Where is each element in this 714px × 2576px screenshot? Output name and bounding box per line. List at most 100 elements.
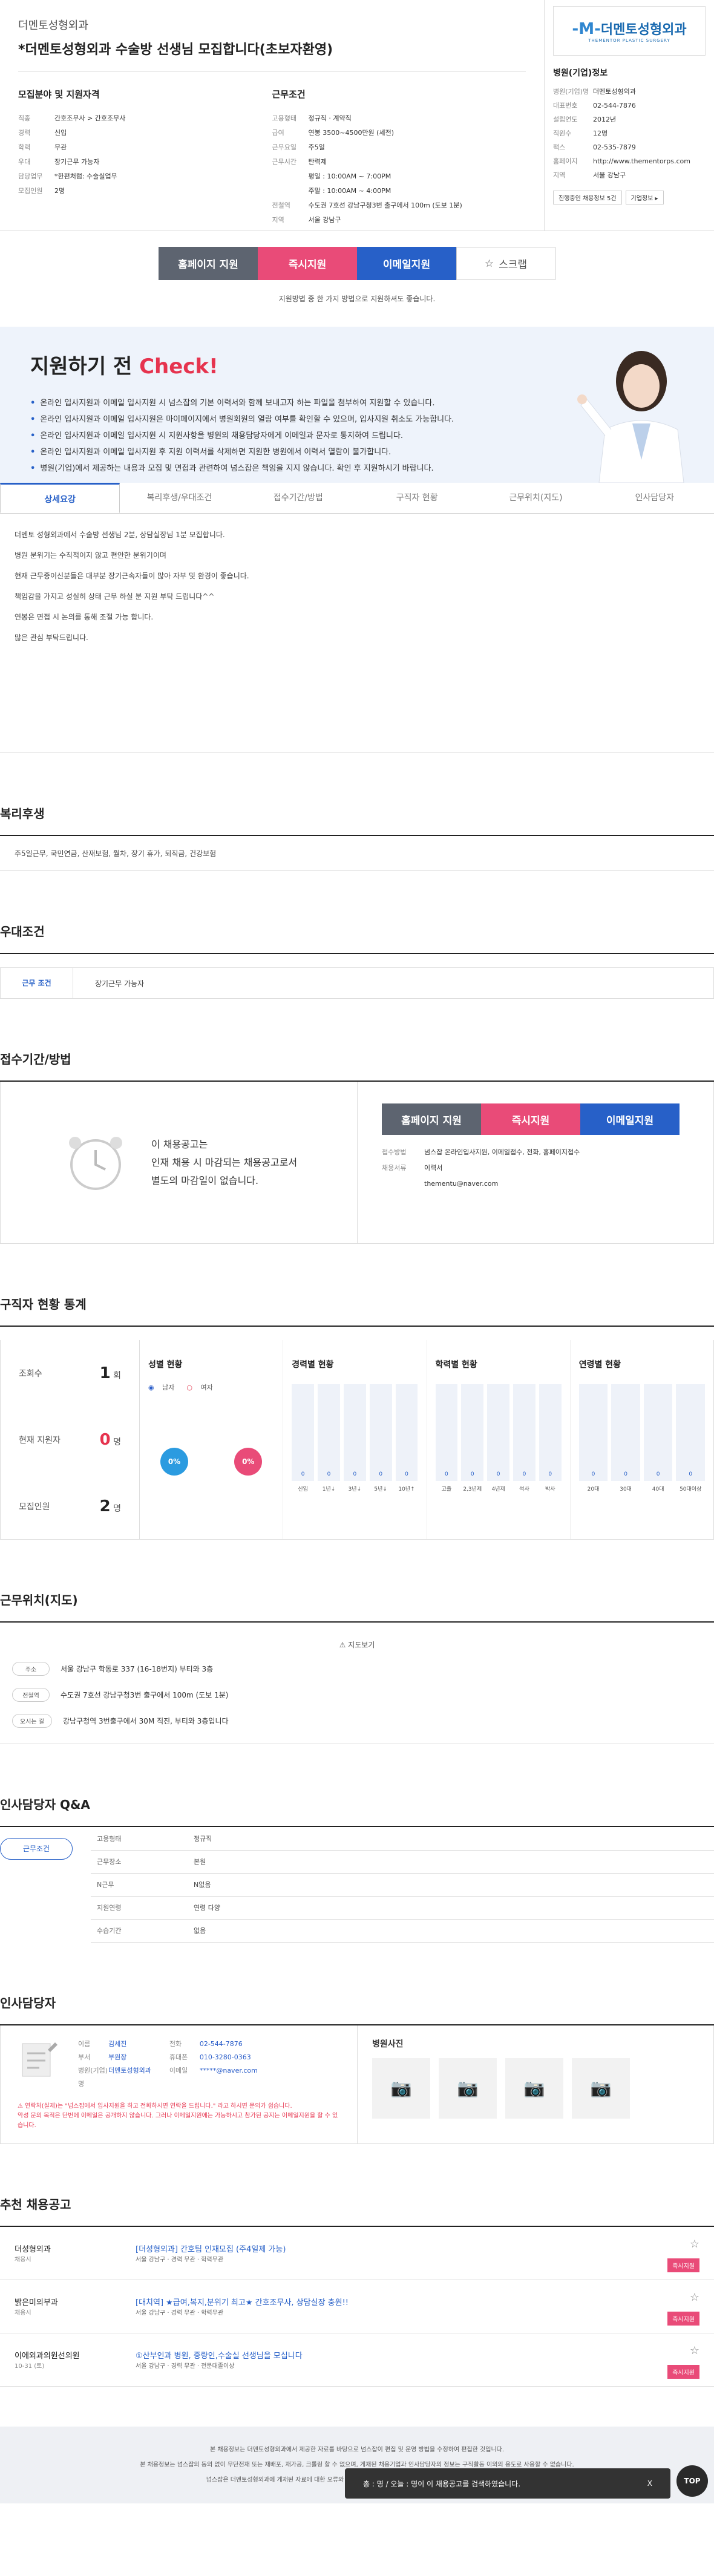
camera-icon[interactable]: 📷 — [505, 2058, 563, 2119]
tab-2[interactable]: 접수기간/방법 — [238, 483, 358, 513]
condition-row-label: 급여 — [272, 129, 284, 137]
condition-row: 근무요일 주5일 — [272, 140, 526, 155]
count-value: 2 — [99, 1497, 111, 1515]
recommend-meta: 서울 강남구 · 경력 무관 · 학력무관 — [136, 2309, 224, 2316]
star-icon[interactable]: ☆ — [690, 2291, 699, 2304]
recommend-meta: 서울 강남구 · 경력 무관 · 학력무관 — [136, 2256, 224, 2263]
email-apply-button-2[interactable]: 이메일지원 — [580, 1103, 680, 1135]
hospital-info-value: 더멘토성형외과 — [593, 88, 636, 96]
manager-row: 전화 02-544-7876 — [169, 2038, 258, 2051]
qa-label: 지원연령 — [91, 1896, 194, 1920]
close-icon[interactable]: X — [647, 2479, 652, 2488]
description-line: 병원 분위기는 수직적이지 않고 편안한 분위기이며 — [15, 551, 166, 560]
email-apply-button[interactable]: 이메일지원 — [357, 247, 456, 280]
bar-group: 0 고졸 — [435, 1384, 458, 1492]
apply-note: 지원방법 중 한 가지 방법으로 지원하셔도 좋습니다. — [278, 295, 436, 303]
clock-icon — [68, 1136, 122, 1190]
recommend-title[interactable]: ①산부인과 병원, 중량인,수술실 선생님을 모십니다 — [136, 2349, 699, 2361]
homepage-apply-button[interactable]: 홈페이지 지원 — [159, 247, 258, 280]
tab-4[interactable]: 근무위치(지도) — [476, 483, 595, 513]
description-line: 연봉은 면접 시 논의를 통해 조절 가능 합니다. — [15, 613, 154, 621]
camera-icon[interactable]: 📷 — [572, 2058, 630, 2119]
recommend-item[interactable]: 밝은미의부과채용시 [대치역] ★급여,복지,분위기 최고★ 간호조무사, 상담실… — [0, 2280, 714, 2333]
recommend-title[interactable]: [대치역] ★급여,복지,분위기 최고★ 간호조무사, 상담실장 충원!! — [136, 2296, 699, 2307]
location-section: 근무위치(지도) ⚠ 지도보기 주소 서울 강남구 학동로 337 (16-18번… — [0, 1590, 714, 1744]
hospital-info-value: http://www.thementorps.com — [593, 157, 690, 165]
hospital-info-row: 지역 서울 강남구 — [553, 168, 706, 182]
bar-label: 10년↑ — [398, 1486, 415, 1492]
recommend-company-name[interactable]: 이에외과의원선의원 — [15, 2349, 136, 2361]
count-unit: 명 — [113, 1437, 121, 1447]
company-name[interactable]: 더멘토성형외과 — [18, 17, 526, 33]
recommend-title[interactable]: [더성형외과] 간호팀 인재모집 (주4일제 가능) — [136, 2243, 699, 2254]
condition-row-value: 정규직 · 계약직 — [308, 114, 352, 122]
deadline-message-line: 인재 채용 시 마감되는 채용공고로서 — [151, 1156, 298, 1168]
hospital-info-value: 12명 — [593, 129, 608, 137]
hospital-info-row: 팩스 02-535-7879 — [553, 140, 706, 154]
hospital-info-value: 서울 강남구 — [593, 171, 626, 179]
gender-stats: 성별 현황 ◉ 남자 ○ 여자 0% 0% — [140, 1340, 284, 1539]
recommend-apply-button[interactable]: 즉시지원 — [667, 2311, 699, 2326]
location-row: 주소 서울 강남구 학동로 337 (16-18번지) 부티와 3층 — [0, 1662, 714, 1676]
bar-value: 0 — [379, 1471, 383, 1477]
quick-apply-button[interactable]: 즉시지원 — [258, 247, 357, 280]
hospital-info-label: 직원수 — [553, 129, 572, 137]
recommend-item[interactable]: 더성형외과 채용시 [더성형외과] 간호팀 인재모집 (주4일제 가능) 서울 강남구… — [0, 2227, 714, 2280]
quick-apply-button-2[interactable]: 즉시지원 — [481, 1103, 580, 1135]
tab-3[interactable]: 구직자 현황 — [357, 483, 477, 513]
scroll-top-button[interactable]: TOP — [676, 2465, 708, 2497]
bar-label: 3년↓ — [348, 1486, 362, 1492]
male-percent: 0% — [160, 1448, 188, 1476]
condition-row: 고용형태 정규직 · 계약직 — [272, 111, 526, 126]
page-title: *더멘토성형외과 수술방 선생님 모집합니다(초보자환영) — [18, 39, 526, 72]
recommend-title-block: [더성형외과] 간호팀 인재모집 (주4일제 가능) 서울 강남구 · 경력 무관… — [136, 2243, 699, 2264]
bar-label: 30대 — [620, 1486, 632, 1492]
scrap-button[interactable]: ☆ 스크랩 — [456, 247, 555, 280]
recommend-apply-button[interactable]: 즉시지원 — [667, 2258, 699, 2272]
map-view-button[interactable]: ⚠ 지도보기 — [0, 1639, 714, 1650]
tab-5[interactable]: 인사담당자 — [595, 483, 714, 513]
bar: 0 — [369, 1384, 392, 1481]
recommend-company-name[interactable]: 밝은미의부과 — [15, 2296, 136, 2307]
manager-row: 병원(기업)명 더멘토성형외과 — [78, 2064, 151, 2091]
job-summary: 더멘토성형외과 *더멘토성형외과 수술방 선생님 모집합니다(초보자환영) 모집… — [0, 0, 545, 230]
recommend-item[interactable]: 이에외과의원선의원 10-31 (토) ①산부인과 병원, 중량인,수술실 선생님을… — [0, 2333, 714, 2387]
manager-value: 02-544-7876 — [199, 2039, 243, 2048]
bar-group: 0 50대이상 — [676, 1384, 705, 1492]
condition-row-label — [272, 184, 309, 198]
recommend-company: 이에외과의원선의원 10-31 (토) — [15, 2349, 136, 2370]
tab-0[interactable]: 상세요강 — [0, 483, 120, 513]
condition-row-label: 전철역 — [272, 201, 290, 209]
female-radio[interactable]: ○ 여자 — [186, 1384, 218, 1391]
company-info-button[interactable]: 기업정보 ▸ — [625, 191, 664, 204]
hospital-info-value: 02-535-7879 — [593, 143, 636, 151]
qa-row: 고용형태 정규직 — [91, 1827, 714, 1851]
qualification-row: 학력 무관 — [18, 140, 272, 155]
male-radio[interactable]: ◉ 남자 — [148, 1384, 180, 1391]
qa-label: 근무장소 — [91, 1850, 194, 1874]
recommend-deadline: 채용시 — [15, 2309, 31, 2316]
recommend-apply-button[interactable]: 즉시지원 — [667, 2364, 699, 2379]
hospital-logo[interactable]: -M-더멘토성형외과 THEMENTOR PLASTIC SURGERY — [553, 6, 706, 56]
tab-1[interactable]: 복리후생/우대조건 — [120, 483, 239, 513]
homepage-apply-button-2[interactable]: 홈페이지 지원 — [382, 1103, 481, 1135]
manager-section: 인사담당자 이름 김세진 부서 부원장 병원(기업)명 더멘토성형외과 전화 02-544-… — [0, 1993, 714, 2144]
camera-icon[interactable]: 📷 — [372, 2058, 430, 2119]
qualification-row-label: 우대 — [18, 158, 31, 166]
qualification-row: 모집인원 2명 — [18, 184, 272, 198]
recommend-company-name[interactable]: 더성형외과 — [15, 2243, 136, 2254]
star-icon[interactable]: ☆ — [690, 2238, 699, 2251]
bar-value: 0 — [624, 1471, 627, 1477]
ongoing-jobs-button[interactable]: 진행중인 채용정보 5건 — [553, 191, 622, 204]
condition-row-value: 연봉 3500~4500만원 (세전) — [308, 129, 395, 137]
welfare-heading: 복리후생 — [0, 804, 714, 836]
manager-value: 부원장 — [108, 2053, 127, 2061]
tab-work-conditions[interactable]: 근무조건 — [0, 1838, 73, 1860]
detail-tabs: 상세요강 복리후생/우대조건 접수기간/방법 구직자 현황 근무위치(지도) 인사담당자 — [0, 483, 714, 514]
camera-icon[interactable]: 📷 — [439, 2058, 497, 2119]
bar-label: 4년제 — [491, 1486, 505, 1492]
qa-value: 정규직 — [194, 1827, 714, 1851]
star-icon[interactable]: ☆ — [690, 2344, 699, 2357]
deadline-section: 접수기간/방법 이 채용공고는 인재 채용 시 마감되는 채용공고로서 별도의 마감… — [0, 1050, 714, 1244]
manager-card-icon — [22, 2042, 57, 2076]
